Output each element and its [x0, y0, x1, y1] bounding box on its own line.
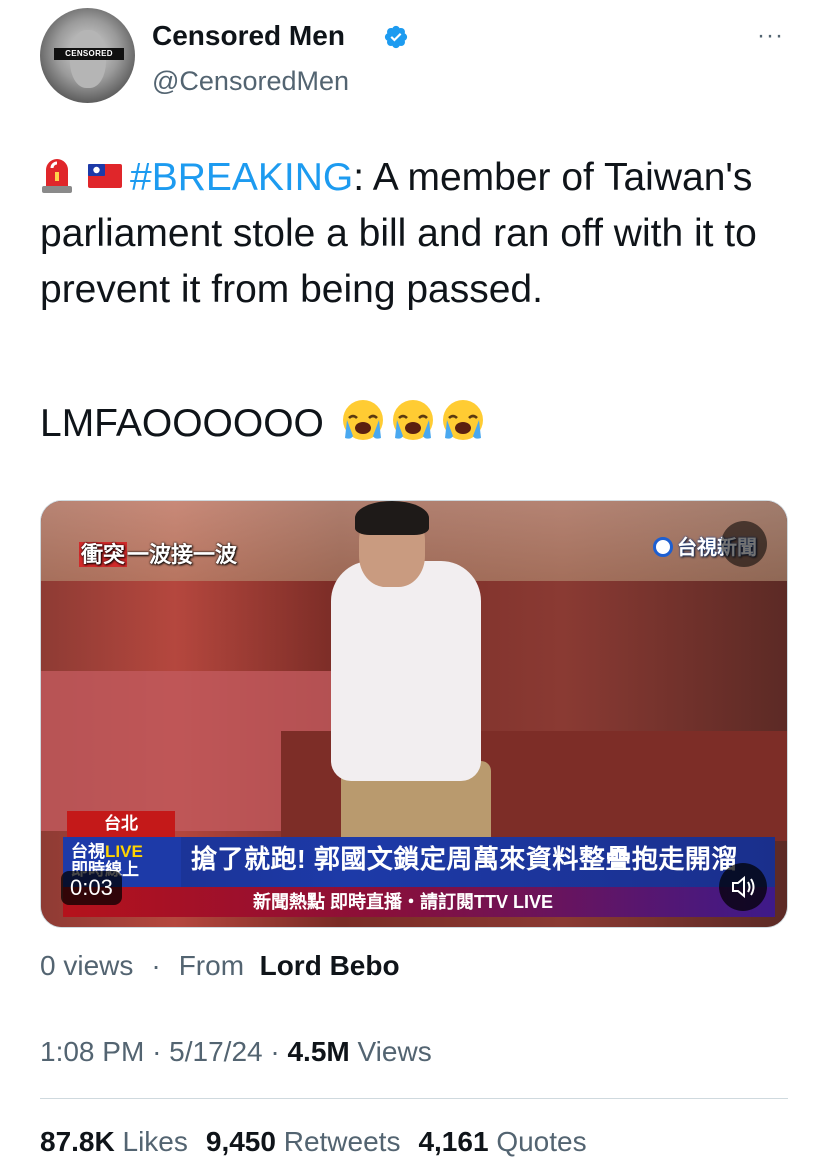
tweet-text: #BREAKING: A member of Taiwan's parliame… — [40, 150, 788, 318]
video-views: 0 views — [40, 950, 134, 981]
retweets-word: Retweets — [283, 1126, 401, 1157]
meta-separator: · — [151, 950, 161, 981]
city-tag: 台北 — [67, 811, 175, 837]
tweet-second-line: LMFAOOOOOO — [40, 398, 485, 446]
news-subline: 新聞熱點 即時直播・請訂閱TTV LIVE — [63, 887, 775, 917]
likes-stat[interactable]: 87.8K Likes — [40, 1126, 188, 1157]
avatar-censored-band: CENSORED — [54, 48, 124, 60]
mute-button[interactable] — [719, 863, 767, 911]
tweet-views-word: Views — [357, 1036, 432, 1067]
verified-badge-icon — [384, 25, 408, 49]
news-headline: 搶了就跑! 郭國文鎖定周萬來資料整疊抱走開溜 — [191, 844, 738, 874]
likes-count: 87.8K — [40, 1126, 115, 1157]
retweets-count: 9,450 — [205, 1126, 276, 1157]
more-options-icon[interactable]: ··· — [757, 22, 784, 50]
quotes-count: 4,161 — [418, 1126, 489, 1157]
quotes-stat[interactable]: 4,161 Quotes — [418, 1126, 586, 1157]
video-frame-person-body — [331, 561, 481, 781]
video-overlay-rest: 一波接一波 — [127, 542, 238, 567]
tweet-lmfao-text: LMFAOOOOOO — [40, 402, 324, 445]
taiwan-flag-emoji — [88, 164, 122, 188]
engagement-stats: 87.8K Likes 9,450 Retweets 4,161 Quotes — [40, 1126, 587, 1158]
speaker-muted-icon — [732, 875, 755, 899]
tweet-header: CENSORED Censored Men @CensoredMen ··· — [40, 8, 788, 108]
author-handle[interactable]: @CensoredMen — [152, 66, 349, 97]
tweet-timestamp: 1:08 PM · 5/17/24 · 4.5M Views — [40, 1036, 432, 1068]
video-overlay-highlight: 衝突 — [79, 542, 128, 567]
live-label-live: LIVE — [105, 842, 143, 861]
tweet-time[interactable]: 1:08 PM — [40, 1036, 144, 1067]
siren-emoji — [42, 159, 72, 193]
tweet-date[interactable]: 5/17/24 — [169, 1036, 262, 1067]
video-timer: 0:03 — [61, 871, 122, 905]
likes-word: Likes — [122, 1126, 188, 1157]
live-label-top: 台視 — [71, 842, 105, 861]
video-meta: 0 views · From Lord Bebo — [40, 950, 400, 982]
retweets-stat[interactable]: 9,450 Retweets — [206, 1126, 401, 1157]
quotes-word: Quotes — [496, 1126, 587, 1157]
video-overlay-caption: 衝突一波接一波 — [79, 537, 237, 569]
from-label: From — [178, 950, 245, 981]
channel-logo-icon — [653, 537, 673, 557]
loudly-crying-emoji-2 — [392, 400, 433, 440]
author-display-name[interactable]: Censored Men — [152, 20, 345, 52]
divider — [40, 1098, 788, 1099]
loudly-crying-emoji-1 — [342, 400, 383, 440]
breaking-hashtag-link[interactable]: #BREAKING — [130, 156, 353, 199]
video-frame-person-hair — [355, 501, 429, 535]
tweet-video[interactable]: 衝突一波接一波 台視新聞 台北 台視LIVE 即時線上 搶了就跑! 郭國文鎖定周… — [40, 500, 788, 928]
video-corner-icon[interactable] — [721, 521, 767, 567]
author-avatar[interactable]: CENSORED — [40, 8, 135, 103]
timestamp-separator: · — [152, 1036, 162, 1067]
tweet-view-count: 4.5M — [287, 1036, 350, 1067]
source-account-link[interactable]: Lord Bebo — [260, 950, 400, 981]
loudly-crying-emoji-3 — [442, 400, 483, 440]
timestamp-separator-2: · — [270, 1036, 280, 1067]
